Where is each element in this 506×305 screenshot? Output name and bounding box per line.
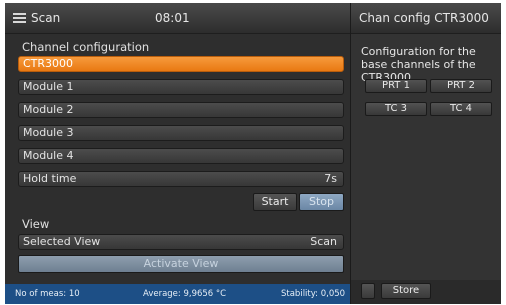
hold-time-value: 7s: [324, 172, 337, 185]
channel-button-prt2[interactable]: PRT 2: [430, 79, 492, 93]
average-value: Average: 9,9656 °C: [143, 289, 227, 299]
selected-view-value: Scan: [310, 235, 337, 248]
status-bar: No of meas: 10 Average: 9,9656 °C Stabil…: [5, 284, 350, 304]
screen-title: Scan: [31, 11, 61, 25]
meas-count: No of meas: 10: [15, 289, 80, 299]
channel-button-prt1[interactable]: PRT 1: [365, 79, 427, 93]
top-bar: Scan 08:01: [5, 3, 350, 34]
stability-value: Stability: 0,050: [281, 289, 346, 299]
selected-view-label: Selected View: [23, 235, 101, 248]
channel-item-module-3[interactable]: Module 3: [18, 125, 344, 141]
main-pane: Scan 08:01 Channel configuration CTR3000…: [5, 3, 350, 304]
device-screen: Scan 08:01 Channel configuration CTR3000…: [5, 3, 501, 304]
activate-view-button[interactable]: Activate View: [18, 255, 344, 273]
channel-config-label: Channel configuration: [22, 40, 150, 54]
channel-item-module-1[interactable]: Module 1: [18, 79, 344, 95]
side-pane: Chan config CTR3000 Configuration for th…: [351, 3, 501, 304]
side-top-bar: Chan config CTR3000: [351, 3, 501, 34]
hold-time-label: Hold time: [23, 172, 77, 185]
start-button[interactable]: Start: [253, 193, 297, 211]
menu-icon[interactable]: [13, 13, 26, 23]
store-button[interactable]: Store: [381, 283, 431, 299]
channel-item-module-2[interactable]: Module 2: [18, 102, 344, 118]
channel-button-tc3[interactable]: TC 3: [365, 102, 427, 116]
channel-item-module-4[interactable]: Module 4: [18, 148, 344, 164]
stop-button[interactable]: Stop: [299, 193, 344, 211]
blank-button[interactable]: [361, 283, 375, 299]
hold-time-row[interactable]: Hold time 7s: [18, 171, 344, 187]
view-label: View: [22, 217, 50, 231]
selected-view-row[interactable]: Selected View Scan: [18, 234, 344, 250]
channel-item-ctr3000[interactable]: CTR3000: [18, 56, 344, 72]
channel-button-tc4[interactable]: TC 4: [430, 102, 492, 116]
side-title: Chan config CTR3000: [359, 11, 489, 25]
clock: 08:01: [155, 11, 190, 25]
